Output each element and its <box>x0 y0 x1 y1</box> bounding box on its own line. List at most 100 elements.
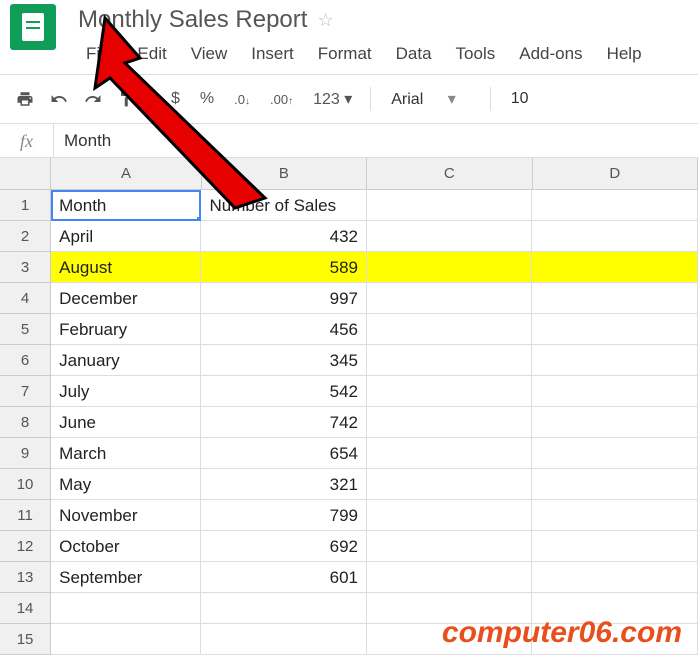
row-header[interactable]: 5 <box>0 314 51 345</box>
cell[interactable]: 654 <box>201 438 367 469</box>
cell[interactable]: April <box>51 221 201 252</box>
row-header[interactable]: 1 <box>0 190 51 221</box>
cell[interactable]: July <box>51 376 201 407</box>
cell[interactable]: May <box>51 469 201 500</box>
row-header[interactable]: 15 <box>0 624 51 655</box>
row-header[interactable]: 4 <box>0 283 51 314</box>
row-header[interactable]: 9 <box>0 438 51 469</box>
currency-button[interactable]: $ <box>163 90 188 108</box>
cell[interactable]: 345 <box>201 345 367 376</box>
cell[interactable] <box>532 500 698 531</box>
cell[interactable]: 542 <box>201 376 367 407</box>
cell[interactable]: 742 <box>201 407 367 438</box>
cell[interactable]: November <box>51 500 201 531</box>
row-header[interactable]: 11 <box>0 500 51 531</box>
cell[interactable]: 799 <box>201 500 367 531</box>
menu-edit[interactable]: Edit <box>125 40 178 68</box>
cell[interactable]: September <box>51 562 201 593</box>
font-family-select[interactable]: Arial ▾ <box>381 89 480 109</box>
cell[interactable] <box>367 190 533 221</box>
row-header[interactable]: 6 <box>0 345 51 376</box>
row-header[interactable]: 2 <box>0 221 51 252</box>
menu-data[interactable]: Data <box>384 40 444 68</box>
cell[interactable]: March <box>51 438 201 469</box>
decrease-decimal-button[interactable]: .0↓ <box>226 92 258 107</box>
percent-button[interactable]: % <box>192 90 222 108</box>
document-title[interactable]: Monthly Sales Report <box>74 4 311 36</box>
row-header[interactable]: 12 <box>0 531 51 562</box>
cell[interactable] <box>367 345 533 376</box>
row-header[interactable]: 10 <box>0 469 51 500</box>
menu-addons[interactable]: Add-ons <box>507 40 594 68</box>
cell[interactable] <box>532 190 698 221</box>
cell[interactable] <box>367 531 533 562</box>
cell[interactable] <box>367 407 533 438</box>
row-header[interactable]: 3 <box>0 252 51 283</box>
cell[interactable]: Month <box>51 190 201 221</box>
sheets-logo[interactable] <box>10 4 56 50</box>
cell[interactable] <box>201 593 367 624</box>
cell[interactable]: 692 <box>201 531 367 562</box>
cell[interactable] <box>51 624 201 655</box>
column-header-c[interactable]: C <box>367 158 532 190</box>
cell[interactable]: 321 <box>201 469 367 500</box>
cell[interactable] <box>532 438 698 469</box>
cell[interactable]: 997 <box>201 283 367 314</box>
increase-decimal-button[interactable]: .00↑ <box>262 92 301 107</box>
menu-view[interactable]: View <box>179 40 240 68</box>
column-header-a[interactable]: A <box>51 158 201 190</box>
row-header[interactable]: 14 <box>0 593 51 624</box>
star-icon[interactable]: ☆ <box>317 10 333 31</box>
menu-format[interactable]: Format <box>306 40 384 68</box>
cell[interactable]: February <box>51 314 201 345</box>
row-header[interactable]: 8 <box>0 407 51 438</box>
cell[interactable] <box>532 221 698 252</box>
menu-file[interactable]: File <box>74 40 125 68</box>
cell[interactable] <box>367 221 533 252</box>
print-icon[interactable] <box>10 84 40 114</box>
column-header-b[interactable]: B <box>202 158 367 190</box>
cell[interactable] <box>367 500 533 531</box>
cell[interactable]: October <box>51 531 201 562</box>
cell[interactable] <box>532 531 698 562</box>
menu-insert[interactable]: Insert <box>239 40 306 68</box>
column-header-d[interactable]: D <box>533 158 698 190</box>
cell[interactable]: June <box>51 407 201 438</box>
menu-tools[interactable]: Tools <box>444 40 508 68</box>
cell[interactable]: Number of Sales <box>201 190 367 221</box>
more-formats-button[interactable]: 123 ▾ <box>305 89 360 109</box>
cell[interactable] <box>367 438 533 469</box>
cell[interactable]: December <box>51 283 201 314</box>
cell[interactable]: 589 <box>201 252 367 283</box>
cell[interactable]: August <box>51 252 201 283</box>
cell[interactable] <box>367 283 533 314</box>
formula-input[interactable] <box>54 131 698 151</box>
paint-format-icon[interactable] <box>112 84 142 114</box>
cell[interactable] <box>367 469 533 500</box>
cell[interactable] <box>532 252 698 283</box>
cell[interactable]: 432 <box>201 221 367 252</box>
redo-icon[interactable] <box>78 84 108 114</box>
undo-icon[interactable] <box>44 84 74 114</box>
font-size-select[interactable]: 10 <box>501 90 541 108</box>
cell[interactable]: January <box>51 345 201 376</box>
cell[interactable] <box>367 562 533 593</box>
cell[interactable] <box>532 407 698 438</box>
cell[interactable] <box>367 376 533 407</box>
cell[interactable] <box>532 469 698 500</box>
cell[interactable] <box>532 314 698 345</box>
row-header[interactable]: 7 <box>0 376 51 407</box>
cell[interactable] <box>532 376 698 407</box>
cell[interactable]: 456 <box>201 314 367 345</box>
menu-help[interactable]: Help <box>595 40 654 68</box>
cell[interactable]: 601 <box>201 562 367 593</box>
cell[interactable] <box>51 593 201 624</box>
cell[interactable] <box>532 562 698 593</box>
row-header[interactable]: 13 <box>0 562 51 593</box>
select-all-corner[interactable] <box>0 158 51 190</box>
cell[interactable] <box>201 624 367 655</box>
cell[interactable] <box>532 345 698 376</box>
cell[interactable] <box>532 283 698 314</box>
cell[interactable] <box>367 314 533 345</box>
cell[interactable] <box>367 252 533 283</box>
